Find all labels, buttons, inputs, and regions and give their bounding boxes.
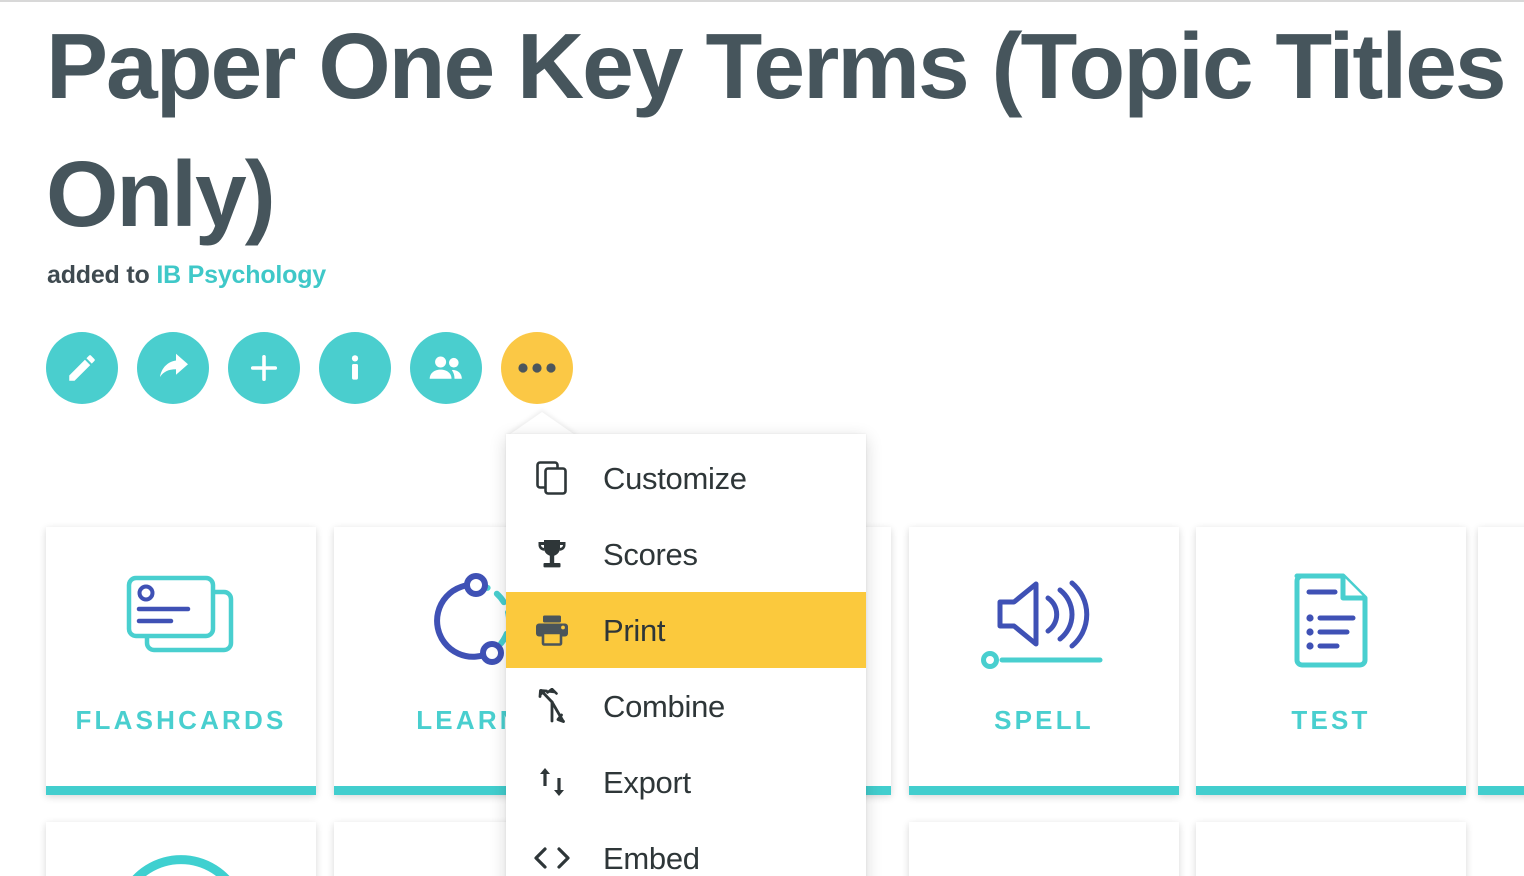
speaker-icon bbox=[909, 527, 1179, 705]
match-arc-icon bbox=[46, 822, 316, 876]
row2-icon-c bbox=[909, 822, 1179, 876]
study-card-row2-c[interactable] bbox=[909, 822, 1179, 876]
study-card-label: SPELL bbox=[994, 705, 1094, 735]
menu-item-label: Export bbox=[603, 764, 691, 800]
plus-icon bbox=[246, 350, 282, 386]
menu-item-embed[interactable]: Embed bbox=[506, 820, 866, 876]
action-button-row bbox=[46, 332, 573, 404]
more-options-button[interactable] bbox=[501, 332, 573, 404]
study-card-row2-d[interactable] bbox=[1196, 822, 1466, 876]
more-options-dropdown: Customize Scores Print Combine Export Em… bbox=[506, 434, 866, 876]
people-icon bbox=[428, 353, 464, 383]
card-accent-bar bbox=[909, 786, 1179, 795]
study-card-overflow[interactable] bbox=[1478, 527, 1524, 795]
up-down-arrows-icon bbox=[531, 761, 573, 803]
study-card-test[interactable]: TEST bbox=[1196, 527, 1466, 795]
page-title: Paper One Key Terms (Topic Titles Only) bbox=[46, 14, 1507, 246]
menu-item-label: Embed bbox=[603, 840, 700, 876]
document-list-icon bbox=[1196, 527, 1466, 705]
study-card-match[interactable] bbox=[46, 822, 316, 876]
menu-item-scores[interactable]: Scores bbox=[506, 516, 866, 592]
menu-item-label: Scores bbox=[603, 536, 698, 572]
menu-item-print[interactable]: Print bbox=[506, 592, 866, 668]
copy-icon bbox=[531, 457, 573, 499]
menu-item-combine[interactable]: Combine bbox=[506, 668, 866, 744]
add-button[interactable] bbox=[228, 332, 300, 404]
study-card-flashcards[interactable]: FLASHCARDS bbox=[46, 527, 316, 795]
study-card-spell[interactable]: SPELL bbox=[909, 527, 1179, 795]
menu-item-export[interactable]: Export bbox=[506, 744, 866, 820]
menu-item-label: Combine bbox=[603, 688, 725, 724]
pencil-icon bbox=[65, 351, 99, 385]
breadcrumb: added to IB Psychology bbox=[47, 261, 326, 290]
printer-icon bbox=[531, 609, 573, 651]
info-icon bbox=[338, 351, 372, 385]
menu-item-customize[interactable]: Customize bbox=[506, 440, 866, 516]
card-accent-bar bbox=[1196, 786, 1466, 795]
card-stack-icon bbox=[46, 527, 316, 705]
menu-item-label: Print bbox=[603, 612, 666, 648]
row2-icon-d bbox=[1196, 822, 1466, 876]
card-accent-bar bbox=[1478, 786, 1524, 795]
menu-item-label: Customize bbox=[603, 460, 747, 496]
added-to-label: added to bbox=[47, 261, 150, 289]
info-button[interactable] bbox=[319, 332, 391, 404]
edit-button[interactable] bbox=[46, 332, 118, 404]
quizlet-set-page: Paper One Key Terms (Topic Titles Only) … bbox=[0, 0, 1524, 876]
cut-off-icon bbox=[1478, 527, 1524, 705]
collaborate-button[interactable] bbox=[410, 332, 482, 404]
ellipsis-icon bbox=[517, 362, 557, 374]
code-brackets-icon bbox=[531, 837, 573, 876]
folder-link[interactable]: IB Psychology bbox=[156, 261, 326, 289]
study-card-label: FLASHCARDS bbox=[75, 705, 287, 735]
merge-icon bbox=[531, 685, 573, 727]
share-arrow-icon bbox=[155, 350, 191, 386]
study-card-label: TEST bbox=[1291, 705, 1371, 735]
trophy-icon bbox=[531, 533, 573, 575]
share-button[interactable] bbox=[137, 332, 209, 404]
card-accent-bar bbox=[46, 786, 316, 795]
